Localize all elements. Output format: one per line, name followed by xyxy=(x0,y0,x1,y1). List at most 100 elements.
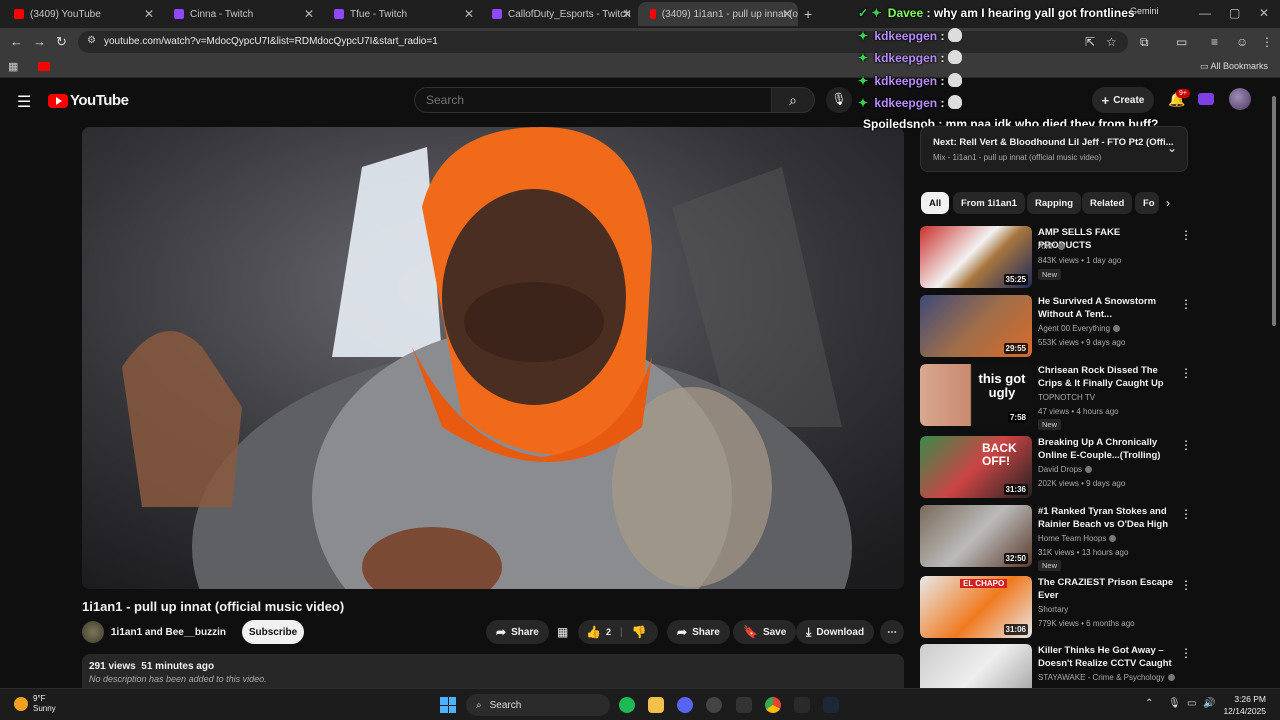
network-icon[interactable]: ▭ xyxy=(1187,698,1196,709)
forward-arrow-icon[interactable]: → xyxy=(33,34,46,49)
tab-cinna-twitch[interactable]: Cinna - Twitch ✕ xyxy=(160,2,320,26)
g-hub-icon[interactable] xyxy=(794,697,810,713)
chip-related[interactable]: Related xyxy=(1082,192,1133,214)
like-thumb-icon[interactable]: 👍 xyxy=(586,625,601,639)
chip-all[interactable]: All xyxy=(921,192,950,214)
chrome-icon[interactable] xyxy=(765,697,781,713)
rec-video-item[interactable]: 32:50 #1 Ranked Tyran Stokes and Rainier… xyxy=(920,505,1192,571)
search-box[interactable] xyxy=(414,87,772,113)
rec-channel[interactable]: AMP xyxy=(1038,242,1066,251)
more-vert-icon[interactable]: ⋮ xyxy=(1180,438,1192,452)
download-button[interactable]: ⤓ Download xyxy=(796,620,875,644)
tab-tfue-twitch[interactable]: Tfue - Twitch ✕ xyxy=(320,2,480,26)
channel-avatar[interactable] xyxy=(82,621,104,643)
video-thumbnail[interactable]: 35:25 xyxy=(920,226,1032,288)
epic-games-icon[interactable] xyxy=(736,697,752,713)
taskbar-search[interactable]: ⌕ Search xyxy=(466,694,610,716)
video-thumbnail[interactable] xyxy=(920,644,1032,688)
rec-title[interactable]: Killer Thinks He Got Away – Doesn't Real… xyxy=(1038,644,1174,671)
more-vert-icon[interactable]: ⋮ xyxy=(1180,646,1190,660)
tab-youtube[interactable]: (3409) YouTube ✕ xyxy=(0,2,160,26)
more-vert-icon[interactable]: ⋮ xyxy=(1180,578,1192,592)
rec-title[interactable]: The CRAZIEST Prison Escape Ever xyxy=(1038,576,1174,602)
close-icon[interactable]: ✕ xyxy=(144,7,154,21)
tray-overflow-icon[interactable]: ⌃ xyxy=(1145,698,1153,709)
split-view-icon[interactable]: ▭ xyxy=(1176,35,1187,49)
xbox-icon[interactable] xyxy=(706,697,722,713)
rec-video-item[interactable]: 29:55 He Survived A Snowstorm Without A … xyxy=(920,295,1192,359)
minimize-icon[interactable]: — xyxy=(1199,6,1211,20)
clock[interactable]: 3:26 PM 12/14/2025 xyxy=(1223,693,1266,717)
studio-icon[interactable] xyxy=(1198,93,1214,105)
chip-partial[interactable]: Fo xyxy=(1135,192,1159,214)
page-scrollbar[interactable] xyxy=(1270,84,1278,688)
rec-channel[interactable]: Shortary xyxy=(1038,605,1068,614)
weather-widget[interactable]: 9°F Sunny xyxy=(14,694,56,714)
reading-list-icon[interactable]: ≡ xyxy=(1211,35,1218,49)
new-tab-button[interactable]: + xyxy=(804,6,812,22)
rec-video-item[interactable]: Killer Thinks He Got Away – Doesn't Real… xyxy=(920,644,1190,688)
menu-hamburger-icon[interactable]: ☰ xyxy=(17,92,31,112)
close-icon[interactable]: ✕ xyxy=(464,7,474,21)
rec-channel[interactable]: STAYAWAKE - Crime & Psychology xyxy=(1038,673,1175,682)
voice-search-button[interactable]: 🎙 xyxy=(826,87,852,113)
next-up-panel[interactable]: Next: Rell Vert & Bloodhound Lil Jeff - … xyxy=(920,126,1188,172)
video-thumbnail[interactable]: EL CHAPO 31:06 xyxy=(920,576,1032,638)
account-avatar[interactable] xyxy=(1229,88,1251,110)
rec-channel[interactable]: Agent 00 Everything xyxy=(1038,324,1121,333)
tab-active-video[interactable]: (3409) 1i1an1 - pull up innat (o ✕ xyxy=(638,2,798,26)
menu-kebab-icon[interactable]: ⋮ xyxy=(1261,35,1273,49)
youtube-logo[interactable]: YouTube xyxy=(48,92,129,109)
playlist-grid-icon[interactable]: ▦ xyxy=(557,625,568,639)
video-thumbnail[interactable]: BACK OFF! 31:36 xyxy=(920,436,1032,498)
chip-rapping[interactable]: Rapping xyxy=(1027,192,1081,214)
rec-channel[interactable]: Home Team Hoops xyxy=(1038,534,1117,543)
more-vert-icon[interactable]: ⋮ xyxy=(1180,297,1192,311)
video-thumbnail[interactable]: 29:55 xyxy=(920,295,1032,357)
close-icon[interactable]: ✕ xyxy=(782,7,792,21)
rec-channel[interactable]: David Drops xyxy=(1038,465,1093,474)
reload-icon[interactable]: ↻ xyxy=(56,34,67,50)
more-vert-icon[interactable]: ⋮ xyxy=(1180,366,1192,380)
video-thumbnail[interactable]: 32:50 xyxy=(920,505,1032,567)
more-vert-icon[interactable]: ⋮ xyxy=(1180,228,1192,242)
volume-icon[interactable]: 🔊 xyxy=(1203,698,1215,709)
file-explorer-icon[interactable] xyxy=(648,697,664,713)
rec-video-item[interactable]: EL CHAPO 31:06 The CRAZIEST Prison Escap… xyxy=(920,576,1192,640)
chip-from-channel[interactable]: From 1i1an1 xyxy=(953,192,1025,214)
back-arrow-icon[interactable]: ← xyxy=(10,34,23,49)
more-vert-icon[interactable]: ⋮ xyxy=(1180,507,1192,521)
profile-icon[interactable]: ☺ xyxy=(1236,35,1248,49)
rec-title[interactable]: #1 Ranked Tyran Stokes and Rainier Beach… xyxy=(1038,505,1174,532)
rec-title[interactable]: Chrisean Rock Dissed The Crips & It Fina… xyxy=(1038,364,1174,390)
subscribe-button[interactable]: Subscribe xyxy=(242,620,304,644)
windows-start-icon[interactable] xyxy=(440,697,456,713)
apps-grid-icon[interactable]: ▦ xyxy=(8,60,18,73)
video-player[interactable] xyxy=(82,127,904,589)
close-icon[interactable]: ✕ xyxy=(304,7,314,21)
rec-title[interactable]: Breaking Up A Chronically Online E-Coupl… xyxy=(1038,436,1174,462)
rec-video-item[interactable]: this got ugly 7:58 Chrisean Rock Dissed … xyxy=(920,364,1192,430)
video-thumbnail[interactable]: this got ugly 7:58 xyxy=(920,364,1032,426)
dislike-thumb-icon[interactable]: 👎 xyxy=(632,625,647,639)
scrollbar-thumb[interactable] xyxy=(1272,96,1276,326)
chevron-right-icon[interactable]: › xyxy=(1166,196,1170,210)
all-bookmarks[interactable]: ▭ All Bookmarks xyxy=(1200,61,1268,72)
rec-title[interactable]: He Survived A Snowstorm Without A Tent..… xyxy=(1038,295,1174,321)
rec-video-item[interactable]: BACK OFF! 31:36 Breaking Up A Chronicall… xyxy=(920,436,1192,500)
chevron-down-icon[interactable]: ⌄ xyxy=(1167,141,1177,155)
site-info-icon[interactable]: ⚙ xyxy=(87,35,96,46)
rec-channel[interactable]: TOPNOTCH TV xyxy=(1038,393,1095,402)
search-button[interactable]: ⌕ xyxy=(771,87,815,113)
mic-icon[interactable]: 🎙 xyxy=(1168,698,1181,709)
save-button[interactable]: 🔖 Save xyxy=(733,620,797,644)
close-window-icon[interactable]: ✕ xyxy=(1259,6,1269,20)
rec-video-item[interactable]: 35:25 AMP SELLS FAKE PRODUCTS AMP 843K v… xyxy=(920,226,1192,290)
steam-icon[interactable] xyxy=(823,697,839,713)
more-actions-button[interactable]: ⋯ xyxy=(880,620,904,644)
channel-name[interactable]: 1i1an1 and Bee__buzzin xyxy=(111,627,226,638)
maximize-icon[interactable]: ▢ xyxy=(1229,6,1240,20)
close-icon[interactable]: ✕ xyxy=(622,7,632,21)
url-text[interactable]: youtube.com/watch?v=MdocQypcU7I&list=RDM… xyxy=(104,36,438,47)
spotify-icon[interactable] xyxy=(619,697,635,713)
